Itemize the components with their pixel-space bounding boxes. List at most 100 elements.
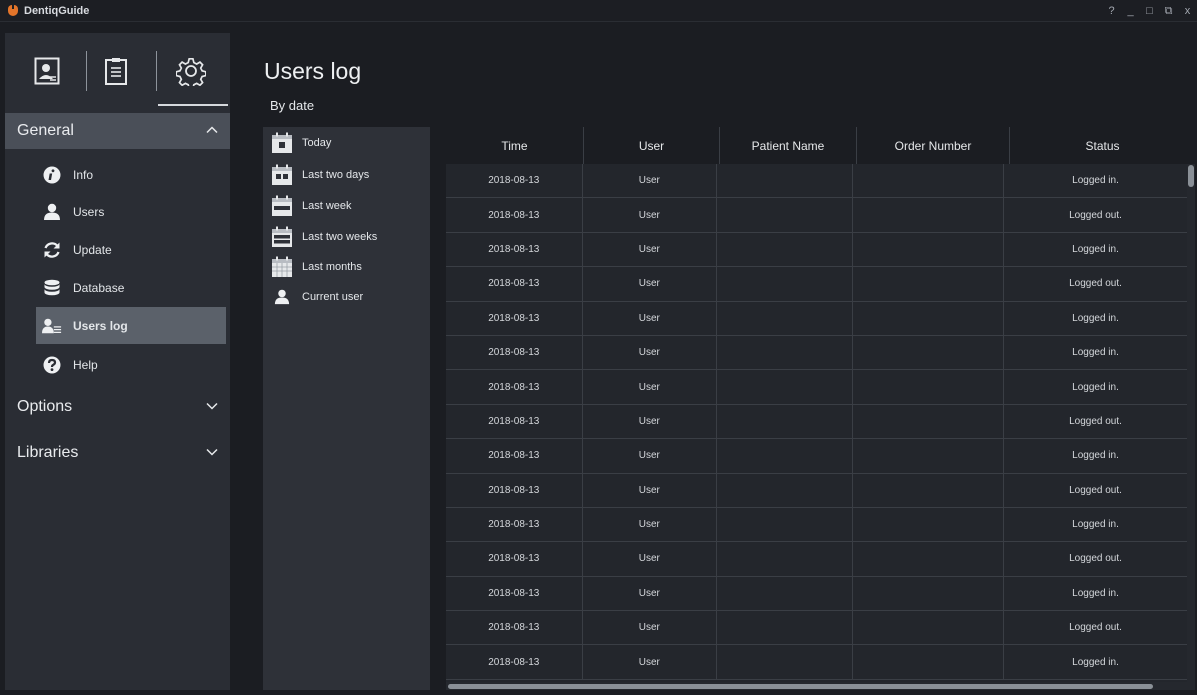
filter-last-months[interactable]: Last months [271, 255, 362, 279]
table-row[interactable]: 2018-08-13 User Logged in. [446, 370, 1187, 405]
help-window-button[interactable]: ? [1102, 5, 1121, 17]
chevron-down-icon [206, 402, 218, 410]
sidebar-item-database[interactable]: Database [36, 269, 226, 306]
horizontal-scrollbar-thumb[interactable] [448, 684, 1153, 689]
cell-order-number [853, 370, 1004, 404]
column-header-time[interactable]: Time [446, 127, 584, 164]
users-log-icon [42, 316, 62, 336]
table-row[interactable]: 2018-08-13 User Logged in. [446, 576, 1187, 612]
column-header-status[interactable]: Status [1010, 127, 1195, 164]
cell-time: 2018-08-13 [446, 645, 583, 679]
cell-user: User [583, 232, 718, 267]
sidebar-item-label: Users log [73, 318, 128, 333]
cell-status: Logged in. [1072, 347, 1119, 359]
cell-patient-name [717, 370, 853, 404]
cell-time: 2018-08-13 [446, 267, 583, 301]
table-header: Time User Patient Name Order Number Stat… [446, 127, 1195, 164]
table-row[interactable]: 2018-08-13 User Logged out. [446, 404, 1187, 440]
sidebar: General Info Users Update Database Users… [5, 33, 230, 690]
table-row[interactable]: 2018-08-13 User Logged in. [446, 335, 1187, 371]
filter-last-week[interactable]: Last week [271, 194, 352, 218]
cell-user: User [583, 301, 718, 335]
horizontal-scrollbar[interactable] [446, 682, 1187, 690]
sidebar-item-help[interactable]: Help [36, 346, 226, 383]
cell-patient-name [717, 576, 853, 611]
sidebar-item-users-log[interactable]: Users log [36, 307, 226, 344]
title-bar: DentiqGuide ? _ □ ⧉ x [0, 0, 1197, 22]
cell-user: User [583, 404, 718, 439]
cell-status: Logged in. [1072, 381, 1119, 393]
close-button[interactable]: x [1178, 5, 1197, 17]
table-row[interactable]: 2018-08-13 User Logged out. [446, 198, 1187, 233]
filter-label: Current user [302, 291, 364, 303]
table-row[interactable]: 2018-08-13 User Logged in. [446, 164, 1187, 199]
group-libraries[interactable]: Libraries [5, 435, 230, 471]
help-icon [42, 355, 62, 375]
table-row[interactable]: 2018-08-13 User Logged in. [446, 507, 1187, 543]
vertical-scrollbar-thumb[interactable] [1188, 165, 1194, 187]
database-icon [42, 278, 62, 298]
date-filter-panel: Today Last two days Last week Last two w… [263, 127, 430, 690]
cell-order-number [853, 267, 1004, 301]
cell-order-number [853, 164, 1004, 198]
tab-patients[interactable] [27, 51, 67, 91]
column-header-user[interactable]: User [584, 127, 720, 164]
table-row[interactable]: 2018-08-13 User Logged in. [446, 645, 1187, 680]
gear-icon [176, 57, 206, 86]
cell-order-number [853, 404, 1004, 439]
user-icon [271, 286, 293, 308]
table-row[interactable]: 2018-08-13 User Logged out. [446, 267, 1187, 302]
vertical-scrollbar[interactable] [1187, 164, 1195, 690]
tab-divider [86, 51, 87, 91]
cell-time: 2018-08-13 [446, 301, 583, 335]
tab-settings[interactable] [171, 51, 211, 91]
restore-button[interactable]: ⧉ [1159, 5, 1178, 18]
cell-user: User [583, 611, 718, 645]
sidebar-item-users[interactable]: Users [36, 193, 226, 230]
filter-current-user[interactable]: Current user [271, 285, 363, 309]
window-controls: ? _ □ ⧉ x [1102, 0, 1197, 22]
group-options[interactable]: Options [5, 389, 230, 425]
cell-order-number [853, 645, 1004, 679]
column-header-patient-name[interactable]: Patient Name [720, 127, 857, 164]
table-row[interactable]: 2018-08-13 User Logged in. [446, 232, 1187, 268]
minimize-button[interactable]: _ [1121, 5, 1140, 17]
tab-orders[interactable] [96, 51, 136, 91]
cell-user: User [583, 507, 718, 542]
sidebar-tabs [5, 33, 230, 106]
maximize-button[interactable]: □ [1140, 5, 1159, 17]
chevron-down-icon [206, 448, 218, 456]
cell-patient-name [717, 232, 853, 267]
cell-order-number [853, 542, 1004, 576]
table-row[interactable]: 2018-08-13 User Logged out. [446, 473, 1187, 508]
cell-time: 2018-08-13 [446, 473, 583, 507]
cell-status: Logged out. [1069, 415, 1122, 427]
user-icon [42, 202, 62, 222]
cell-status: Logged in. [1072, 175, 1119, 187]
cell-status: Logged out. [1069, 209, 1122, 221]
cell-time: 2018-08-13 [446, 439, 583, 473]
sidebar-item-update[interactable]: Update [36, 231, 226, 268]
refresh-icon [42, 240, 62, 260]
sidebar-item-info[interactable]: Info [36, 156, 226, 193]
cell-patient-name [717, 439, 853, 473]
cell-patient-name [717, 404, 853, 439]
filter-last-two-days[interactable]: Last two days [271, 163, 369, 187]
cell-status: Logged out. [1069, 278, 1122, 290]
table-row[interactable]: 2018-08-13 User Logged in. [446, 301, 1187, 336]
cell-status: Logged in. [1072, 243, 1119, 255]
table-row[interactable]: 2018-08-13 User Logged in. [446, 439, 1187, 474]
column-header-order-number[interactable]: Order Number [857, 127, 1010, 164]
cell-user: User [583, 267, 718, 301]
filter-last-two-weeks[interactable]: Last two weeks [271, 225, 377, 249]
group-general[interactable]: General [5, 113, 230, 149]
cell-user: User [583, 198, 718, 232]
cell-time: 2018-08-13 [446, 198, 583, 232]
filter-today[interactable]: Today [271, 131, 331, 155]
calendar-two-weeks-icon [271, 226, 293, 248]
filter-label: Last week [302, 200, 352, 212]
cell-time: 2018-08-13 [446, 164, 583, 198]
table-row[interactable]: 2018-08-13 User Logged out. [446, 542, 1187, 577]
table-row[interactable]: 2018-08-13 User Logged out. [446, 611, 1187, 646]
sidebar-item-label: Info [73, 167, 94, 182]
